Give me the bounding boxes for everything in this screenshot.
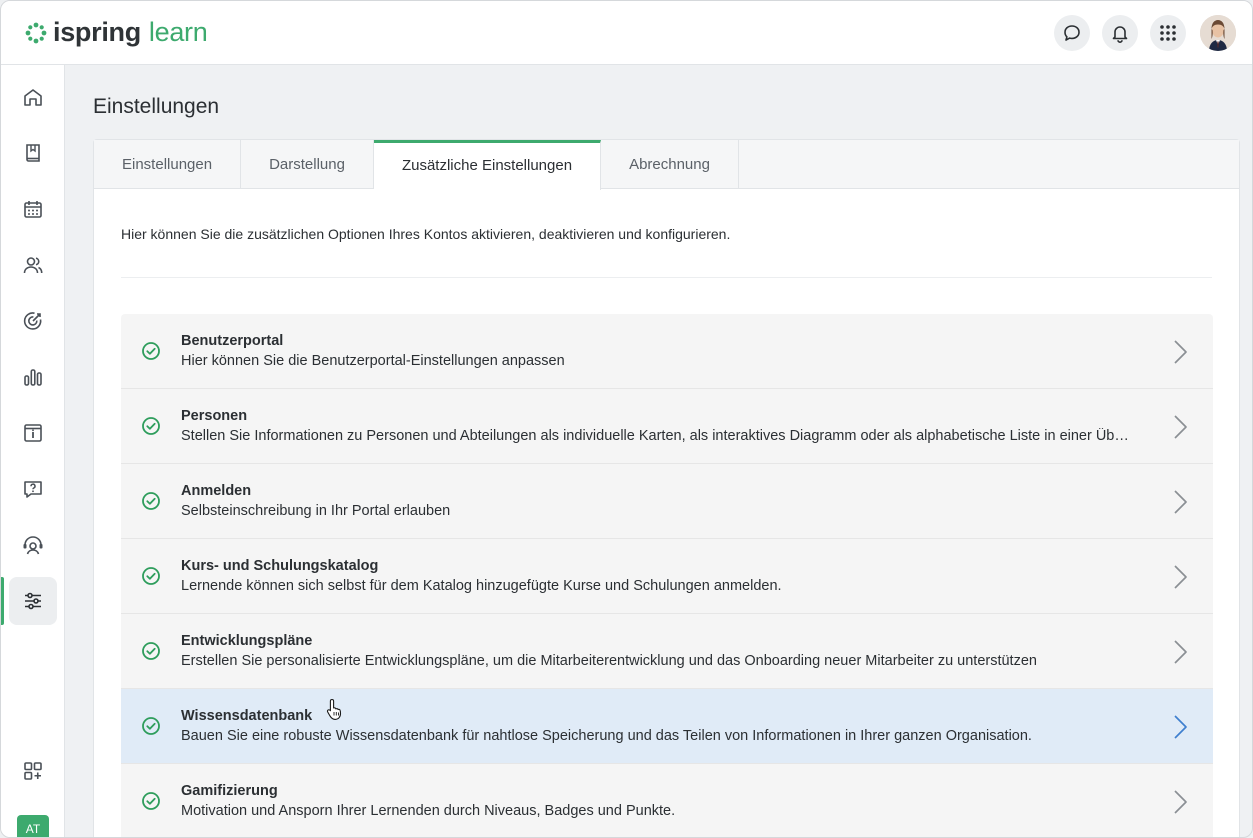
app-window: ispring learn AT Einstellungen Einstellu…: [0, 0, 1253, 838]
option-title: Wissensdatenbank: [181, 708, 313, 724]
apps-grid-icon: [1160, 24, 1176, 41]
option-description: Erstellen Sie personalisierte Entwicklun…: [181, 653, 1037, 669]
check-circle-icon: [142, 492, 160, 510]
option-description: Hier können Sie die Benutzerportal-Einst…: [181, 353, 565, 369]
check-circle-icon: [142, 717, 160, 735]
option-title: Entwicklungspläne: [181, 633, 313, 649]
sidebar-item-questions[interactable]: [9, 465, 57, 513]
sidebar-item-users[interactable]: [9, 241, 57, 289]
chat-icon: [1064, 24, 1080, 41]
options-list: Benutzerportal Hier können Sie die Benutz…: [121, 314, 1213, 837]
logo-word-learn: learn: [148, 17, 208, 47]
option-title: Anmelden: [181, 483, 252, 499]
calendar-icon: [24, 201, 42, 218]
option-description: Stellen Sie Informationen zu Personen un…: [181, 428, 1131, 444]
option-title: Gamifizierung: [181, 783, 278, 799]
chevron-right-icon: [1174, 340, 1187, 364]
tab-darstellung[interactable]: Darstellung: [241, 140, 374, 189]
check-circle-icon: [142, 642, 160, 660]
option-description: Motivation und Ansporn Ihrer Lernenden d…: [181, 803, 676, 819]
chevron-right-icon: [1174, 565, 1187, 589]
add-grid-icon: [24, 762, 42, 780]
sidebar-item-courses[interactable]: [9, 129, 57, 177]
settings-card: Einstellungen Darstellung Zusätzliche Ei…: [93, 139, 1240, 837]
home-icon: [24, 89, 42, 106]
option-title: Personen: [181, 408, 248, 424]
ispring-logo[interactable]: ispring learn: [25, 17, 208, 48]
option-description: Bauen Sie eine robuste Wissensdatenbank …: [181, 728, 1032, 744]
tab-bar: Einstellungen Darstellung Zusätzliche Ei…: [94, 140, 1239, 190]
sidebar-item-calendar[interactable]: [9, 185, 57, 233]
chevron-right-icon: [1174, 640, 1187, 664]
option-row[interactable]: Personen Stellen Sie Informationen zu Per…: [121, 389, 1213, 464]
divider: [121, 277, 1212, 278]
sidebar-item-goals[interactable]: [9, 297, 57, 345]
sidebar: AT: [1, 65, 65, 837]
book-icon: [26, 144, 40, 162]
logo-word-ispring: ispring: [53, 17, 141, 47]
chevron-right-icon: [1174, 415, 1187, 439]
sidebar-item-support[interactable]: [9, 521, 57, 569]
notifications-button[interactable]: [1102, 14, 1138, 51]
header-actions: [1054, 14, 1236, 51]
option-row[interactable]: Benutzerportal Hier können Sie die Benutz…: [121, 314, 1213, 389]
option-row[interactable]: Gamifizierung Motivation und Ansporn Ihre…: [121, 764, 1213, 837]
user-avatar[interactable]: [1200, 14, 1236, 51]
option-title: Benutzerportal: [181, 333, 284, 349]
chevron-right-icon: [1174, 715, 1187, 739]
top-bar: ispring learn: [1, 1, 1252, 65]
sidebar-item-reports[interactable]: [9, 353, 57, 401]
check-circle-icon: [142, 417, 160, 435]
chevron-right-icon: [1174, 490, 1187, 514]
option-description: Selbsteinschreibung in Ihr Portal erlaub…: [181, 503, 451, 519]
intro-text: Hier können Sie die zusätzlichen Optione…: [121, 226, 731, 242]
question-chat-icon: [24, 481, 42, 498]
option-row[interactable]: Wissensdatenbank Bauen Sie eine robuste W…: [121, 689, 1213, 764]
tab-zusaetzliche-einstellungen[interactable]: Zusätzliche Einstellungen: [373, 140, 602, 190]
user-initials-badge[interactable]: AT: [17, 815, 49, 837]
tab-abrechnung[interactable]: Abrechnung: [601, 140, 739, 189]
sliders-icon: [25, 592, 41, 610]
chevron-right-icon: [1174, 790, 1187, 814]
chat-button[interactable]: [1054, 14, 1090, 51]
logo-mark-icon: [25, 22, 47, 43]
check-circle-icon: [142, 792, 160, 810]
option-title: Kurs- und Schulungskatalog: [181, 558, 379, 574]
check-circle-icon: [142, 567, 160, 585]
sidebar-item-home[interactable]: [9, 73, 57, 121]
option-description: Lernende können sich selbst für dem Kata…: [181, 578, 782, 594]
check-circle-icon: [142, 342, 160, 360]
sidebar-add-widget[interactable]: [9, 747, 57, 795]
tab-einstellungen[interactable]: Einstellungen: [94, 140, 242, 189]
bar-chart-icon: [24, 369, 42, 386]
info-box-icon: [24, 424, 42, 442]
apps-button[interactable]: [1150, 14, 1186, 51]
sidebar-item-settings[interactable]: [1, 577, 57, 625]
mouse-pointer-icon: [326, 698, 342, 720]
page-title: Einstellungen: [93, 95, 220, 118]
option-row[interactable]: Kurs- und Schulungskatalog Lernende könne…: [121, 539, 1213, 614]
option-row[interactable]: Anmelden Selbsteinschreibung in Ihr Porta…: [121, 464, 1213, 539]
support-agent-icon: [23, 536, 43, 555]
bell-icon: [1112, 25, 1128, 43]
users-icon: [23, 257, 43, 274]
option-row[interactable]: Entwicklungspläne Erstellen Sie personali…: [121, 614, 1213, 689]
avatar-image: [1200, 14, 1236, 51]
target-icon: [23, 312, 42, 330]
sidebar-item-info[interactable]: [9, 409, 57, 457]
